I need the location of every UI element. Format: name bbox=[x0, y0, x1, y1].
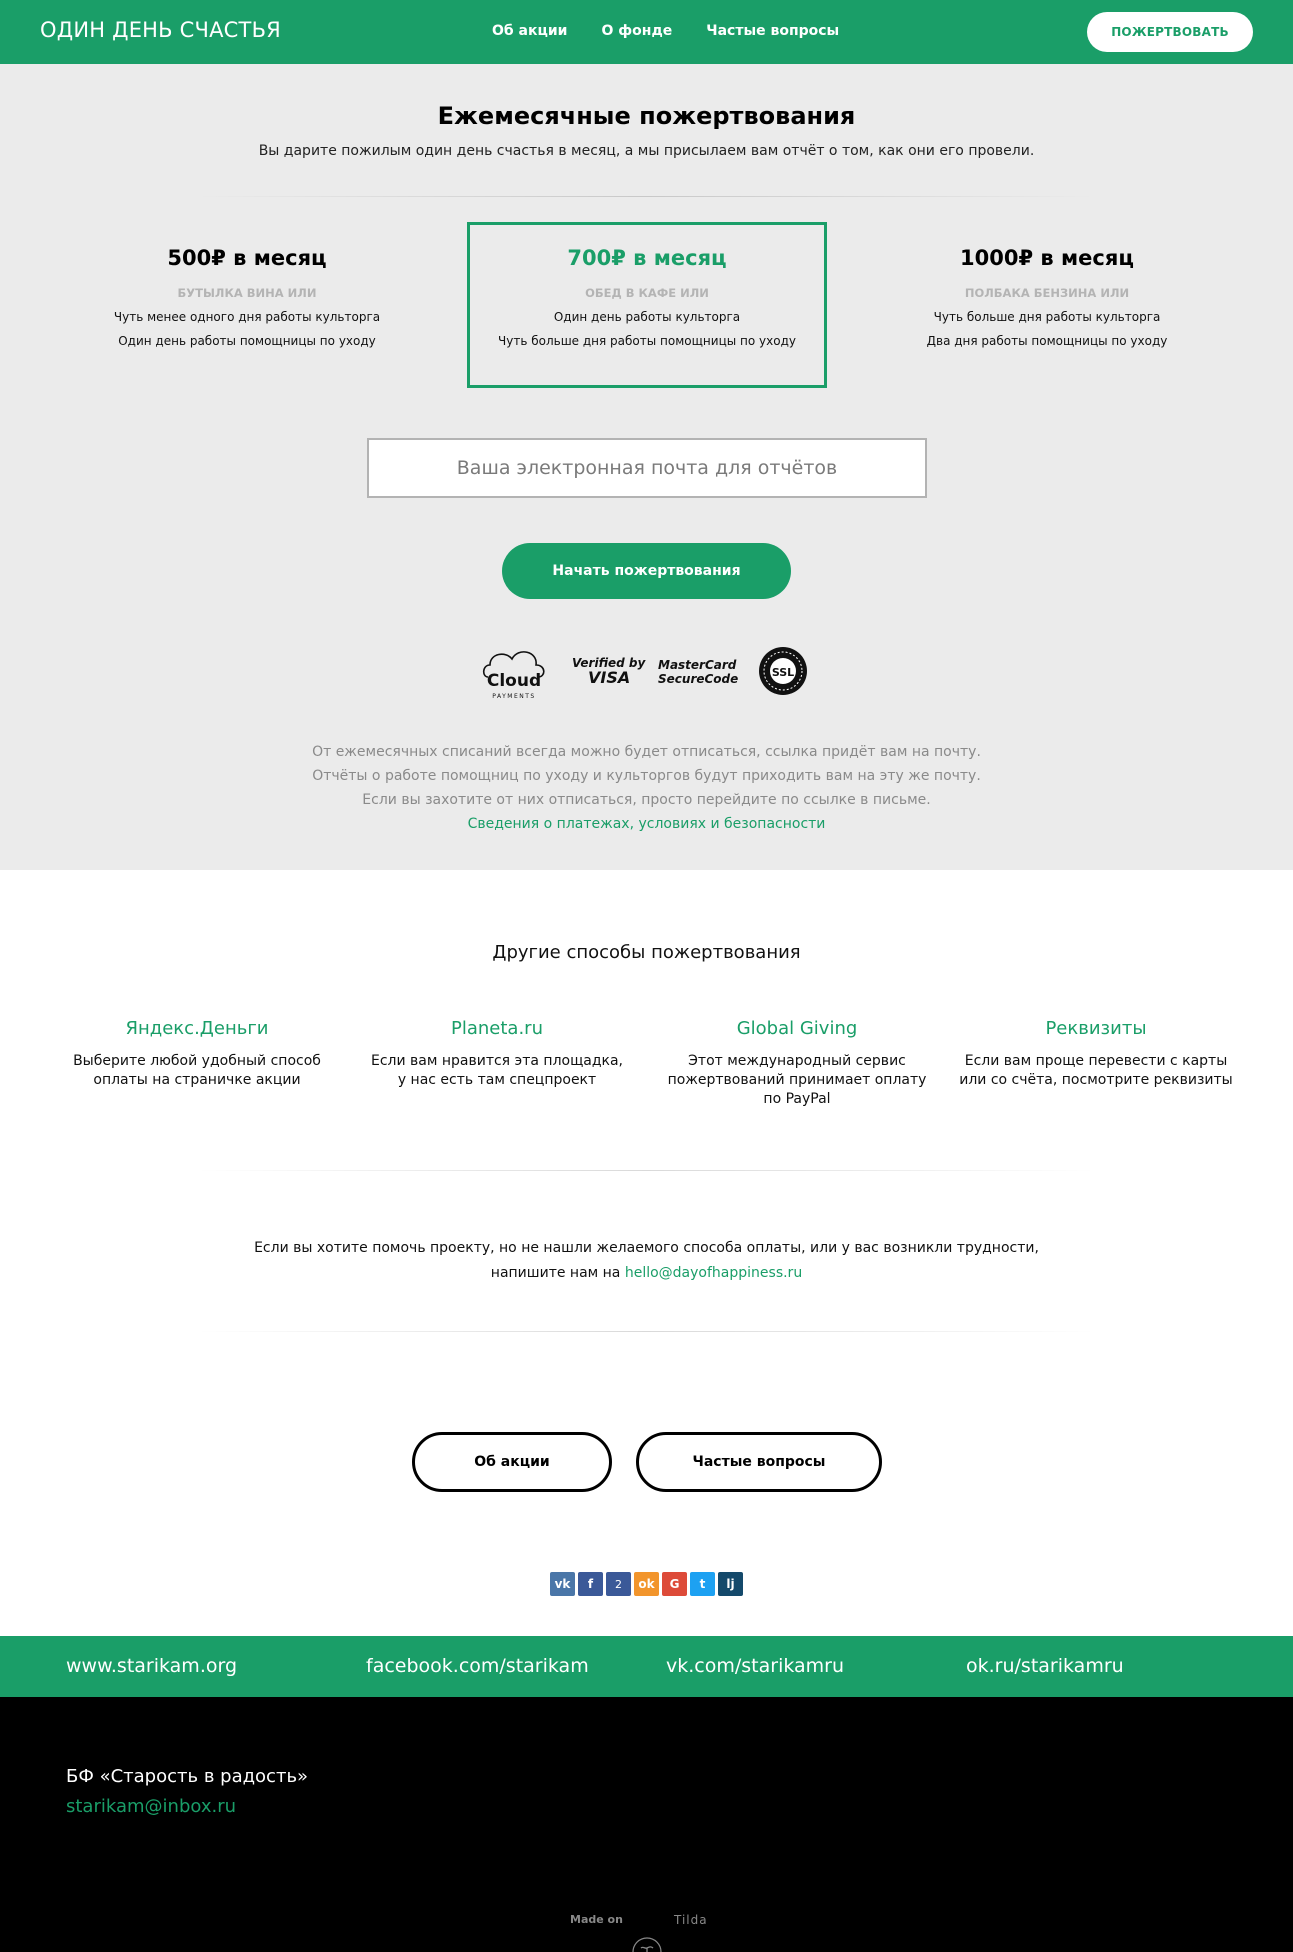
divider bbox=[196, 1170, 1096, 1171]
plan-line: Чуть больше дня работы помощницы по уход… bbox=[498, 334, 796, 348]
svg-text:SSL: SSL bbox=[772, 666, 794, 679]
divider bbox=[196, 196, 1096, 197]
google-plus-share-icon[interactable]: G bbox=[662, 1572, 687, 1596]
payment-terms-link[interactable]: Сведения о платежах, условиях и безопасн… bbox=[0, 812, 1293, 836]
nav-link-fund[interactable]: О фонде bbox=[602, 23, 673, 39]
divider bbox=[196, 1331, 1096, 1332]
plan-500[interactable]: 500₽ в месяц БУТЫЛКА ВИНА ИЛИ Чуть менее… bbox=[67, 222, 427, 388]
site-header: ОДИН ДЕНЬ СЧАСТЬЯ Об акции О фонде Часты… bbox=[0, 0, 1293, 64]
section-title: Ежемесячные пожертвования bbox=[437, 102, 856, 130]
payment-logos: Cloud PAYMENTS Verified by VISA MasterCa… bbox=[482, 647, 807, 700]
org-name: БФ «Старость в радость» bbox=[66, 1766, 309, 1787]
way-planeta[interactable]: Planeta.ru Если вам нравится эта площадк… bbox=[347, 1018, 647, 1090]
vk-link[interactable]: vk.com/starikamru bbox=[666, 1655, 844, 1677]
twitter-share-icon[interactable]: t bbox=[690, 1572, 715, 1596]
help-text: Если вы хотите помочь проекту, но не наш… bbox=[254, 1240, 1039, 1281]
plan-caption: ПОЛБАКА БЕНЗИНА ИЛИ bbox=[964, 286, 1130, 300]
plan-caption: ОБЕД В КАФЕ ИЛИ bbox=[585, 286, 709, 300]
email-input[interactable]: Ваша электронная почта для отчётов bbox=[367, 438, 927, 498]
way-desc: Если вам проще перевести с карты или со с… bbox=[959, 1053, 1233, 1088]
facebook-link[interactable]: facebook.com/starikam bbox=[366, 1655, 589, 1677]
share-buttons: vk f 2 ok G t lj bbox=[550, 1572, 743, 1596]
section-subtitle: Вы дарите пожилым один день счастья в ме… bbox=[258, 143, 1035, 159]
mastercard-securecode-logo: MasterCard SecureCode bbox=[658, 658, 738, 686]
site-footer: БФ «Старость в радость» starikam@inbox.r… bbox=[0, 1697, 1293, 1952]
plan-line: Чуть больше дня работы культорга bbox=[933, 310, 1161, 324]
org-email-link[interactable]: starikam@inbox.ru bbox=[66, 1796, 236, 1817]
way-requisites[interactable]: Реквизиты Если вам проще перевести с кар… bbox=[946, 1018, 1246, 1090]
about-button[interactable]: Об акции bbox=[412, 1432, 612, 1492]
plan-price: 500₽ в месяц bbox=[167, 246, 327, 270]
way-yandex[interactable]: Яндекс.Деньги Выберите любой удобный спо… bbox=[47, 1018, 347, 1090]
site-link[interactable]: www.starikam.org bbox=[66, 1655, 237, 1677]
way-desc: Выберите любой удобный способ оплаты на с… bbox=[73, 1053, 321, 1088]
payment-info: От ежемесячных списаний всегда можно буд… bbox=[0, 740, 1293, 836]
nav-link-faq[interactable]: Частые вопросы bbox=[706, 23, 839, 39]
way-title[interactable]: Яндекс.Деньги bbox=[47, 1018, 347, 1039]
vk-share-icon[interactable]: vk bbox=[550, 1572, 575, 1596]
contact-email-link[interactable]: hello@dayofhappiness.ru bbox=[625, 1265, 802, 1281]
way-global-giving[interactable]: Global Giving Этот международный сервис п… bbox=[647, 1018, 947, 1109]
made-on-label: Made on bbox=[570, 1913, 623, 1926]
ok-link[interactable]: ok.ru/starikamru bbox=[966, 1655, 1124, 1677]
plan-line: Чуть менее одного дня работы культорга bbox=[113, 310, 381, 324]
ssl-badge-icon: SSL bbox=[759, 647, 807, 695]
info-line: Если вы захотите от них отписаться, прос… bbox=[362, 792, 931, 808]
other-ways-title: Другие способы пожертвования bbox=[492, 942, 801, 963]
plan-line: Один день работы помощницы по уходу bbox=[118, 334, 376, 348]
cloudpayments-logo: Cloud PAYMENTS bbox=[482, 651, 545, 700]
plan-price: 700₽ в месяц bbox=[567, 246, 727, 270]
verified-by-visa-logo: Verified by VISA bbox=[572, 656, 647, 687]
nav-link-about[interactable]: Об акции bbox=[492, 23, 568, 39]
svg-text:Cloud: Cloud bbox=[487, 671, 541, 691]
svg-text:SecureCode: SecureCode bbox=[658, 672, 738, 686]
livejournal-share-icon[interactable]: lj bbox=[718, 1572, 743, 1596]
facebook-share-count[interactable]: 2 bbox=[606, 1572, 631, 1596]
way-title[interactable]: Planeta.ru bbox=[347, 1018, 647, 1039]
way-desc: Если вам нравится эта площадка, у нас ест… bbox=[370, 1053, 624, 1088]
facebook-share-icon[interactable]: f bbox=[578, 1572, 603, 1596]
brand-logo-text[interactable]: ОДИН ДЕНЬ СЧАСТЬЯ bbox=[40, 18, 281, 42]
svg-text:MasterCard: MasterCard bbox=[658, 658, 737, 672]
plan-1000[interactable]: 1000₽ в месяц ПОЛБАКА БЕНЗИНА ИЛИ Чуть б… bbox=[867, 222, 1227, 388]
info-line: Отчёты о работе помощниц по уходу и куль… bbox=[312, 768, 981, 784]
way-title[interactable]: Реквизиты bbox=[946, 1018, 1246, 1039]
plan-line: Два дня работы помощницы по уходу bbox=[926, 334, 1168, 348]
plan-700-selected[interactable]: 700₽ в месяц ОБЕД В КАФЕ ИЛИ Один день р… bbox=[467, 222, 827, 388]
main-nav: Об акции О фонде Частые вопросы bbox=[492, 23, 839, 39]
start-donations-button[interactable]: Начать пожертвования bbox=[502, 543, 791, 599]
svg-text:PAYMENTS: PAYMENTS bbox=[492, 693, 535, 700]
plan-caption: БУТЫЛКА ВИНА ИЛИ bbox=[177, 286, 317, 300]
way-desc: Этот международный сервис пожертвований п… bbox=[667, 1053, 927, 1107]
social-links-bar: www.starikam.org facebook.com/starikam v… bbox=[0, 1636, 1293, 1697]
tilda-label[interactable]: Tilda bbox=[674, 1913, 708, 1927]
faq-button[interactable]: Частые вопросы bbox=[636, 1432, 882, 1492]
info-line: От ежемесячных списаний всегда можно буд… bbox=[312, 744, 981, 760]
odnoklassniki-share-icon[interactable]: ok bbox=[634, 1572, 659, 1596]
plan-price: 1000₽ в месяц bbox=[960, 246, 1134, 270]
way-title[interactable]: Global Giving bbox=[647, 1018, 947, 1039]
tilda-logo-icon[interactable] bbox=[631, 1936, 663, 1952]
donate-button[interactable]: ПОЖЕРТВОВАТЬ bbox=[1087, 12, 1253, 52]
svg-text:VISA: VISA bbox=[588, 668, 630, 687]
plan-line: Один день работы культорга bbox=[553, 310, 741, 324]
